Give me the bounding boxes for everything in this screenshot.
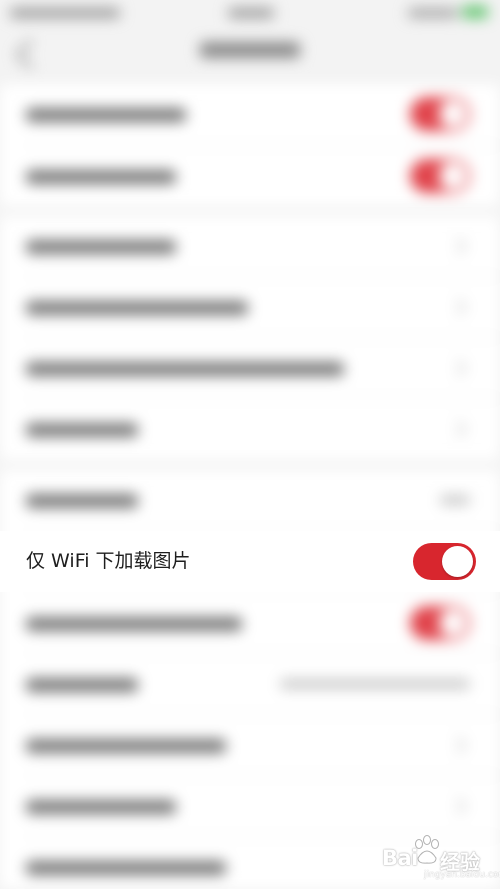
chevron-right-icon: [449, 797, 467, 815]
watermark-url: jingyan.baidu.com: [424, 870, 500, 880]
setting-label: [26, 494, 138, 508]
setting-label: [26, 240, 176, 254]
setting-value: [280, 679, 470, 689]
wifi-images-toggle[interactable]: [413, 543, 476, 580]
setting-row[interactable]: [0, 470, 500, 530]
settings-group-2: [0, 216, 500, 460]
setting-label: [26, 108, 186, 122]
setting-label: [26, 739, 226, 753]
battery-percentage: [408, 8, 458, 18]
settings-group-1: [0, 84, 500, 206]
wifi-images-label: 仅 WiFi 下加载图片: [26, 550, 191, 572]
setting-row[interactable]: [0, 146, 500, 206]
setting-row-wifi-images[interactable]: 仅 WiFi 下加载图片: [0, 531, 500, 592]
setting-label: [26, 301, 248, 315]
setting-row[interactable]: [0, 593, 500, 653]
chevron-right-icon: [449, 359, 467, 377]
toggle-knob: [442, 546, 473, 577]
setting-toggle[interactable]: [410, 159, 470, 193]
status-bar: [0, 0, 500, 26]
setting-row[interactable]: [0, 654, 500, 714]
setting-row[interactable]: [0, 277, 500, 337]
setting-label: [26, 861, 226, 875]
setting-label: [26, 800, 176, 814]
clock: [228, 8, 274, 18]
battery-icon: [462, 6, 488, 18]
setting-label: [26, 362, 344, 376]
carrier-indicator: [10, 8, 120, 18]
chevron-right-icon: [449, 420, 467, 438]
setting-label: [26, 170, 176, 184]
settings-screen: 仅 WiFi 下加载图片 Bai 经验 jingyan.baidu.com: [0, 0, 500, 889]
back-chevron-icon[interactable]: [15, 39, 46, 70]
page-title: [200, 42, 300, 58]
chevron-right-icon: [449, 298, 467, 316]
setting-row[interactable]: [0, 216, 500, 276]
setting-row[interactable]: [0, 715, 500, 775]
setting-value: [440, 495, 470, 505]
chevron-right-icon: [449, 736, 467, 754]
setting-label: [26, 423, 138, 437]
setting-toggle[interactable]: [410, 97, 470, 131]
chevron-right-icon: [449, 237, 467, 255]
watermark-brand: Bai: [382, 846, 418, 870]
nav-bar: [0, 26, 500, 82]
setting-row[interactable]: [0, 776, 500, 836]
blurred-settings-list: [0, 0, 500, 889]
setting-label: [26, 617, 242, 631]
setting-toggle[interactable]: [410, 606, 470, 640]
setting-row[interactable]: [0, 84, 500, 144]
watermark: Bai 经验 jingyan.baidu.com: [378, 832, 500, 884]
setting-label: [26, 678, 138, 692]
setting-row[interactable]: [0, 399, 500, 459]
setting-row[interactable]: [0, 338, 500, 398]
